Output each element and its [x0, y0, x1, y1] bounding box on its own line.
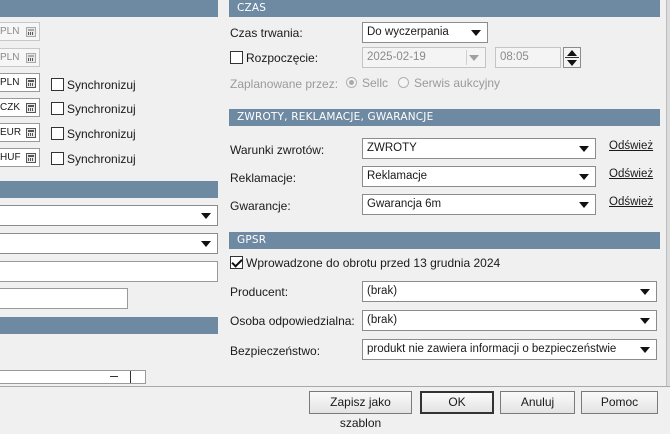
start-date-value: 2025-02-19	[367, 51, 426, 63]
date-picker-divider	[466, 50, 467, 65]
calculator-icon[interactable]	[26, 103, 36, 113]
left-section-header-bottom	[0, 317, 218, 334]
warunki-zwrotow-label: Warunki zwrotów:	[230, 143, 325, 157]
sync-checkbox-pln[interactable]	[51, 78, 64, 91]
czas-section-header: CZAS	[229, 0, 660, 17]
gwarancje-value: Gwarancja 6m	[367, 198, 442, 210]
start-date-picker[interactable]: 2025-02-19	[362, 47, 486, 68]
currency-code: PLN	[0, 52, 20, 63]
chevron-down-icon	[579, 146, 589, 152]
calculator-icon[interactable]	[26, 128, 36, 138]
help-button[interactable]: Pomoc	[581, 391, 658, 414]
bezpieczenstwo-value: produkt nie zawiera informacji o bezpiec…	[367, 343, 617, 355]
currency-code: PLN	[0, 77, 20, 88]
calculator-icon[interactable]	[26, 53, 36, 63]
reklamacje-label: Reklamacje:	[230, 171, 297, 185]
scrollbar-edge	[666, 0, 670, 386]
time-spinner[interactable]	[563, 47, 581, 68]
radio-sellc[interactable]	[346, 77, 357, 88]
gpsr-checkbox-label: Wprowadzone do obrotu przed 13 grudnia 2…	[246, 256, 501, 270]
chevron-down-icon	[471, 30, 481, 36]
gwarancje-label: Gwarancje:	[230, 199, 291, 213]
currency-field-5[interactable]: EUR	[0, 123, 40, 142]
currency-field-4[interactable]: CZK	[0, 98, 40, 117]
currency-code: EUR	[0, 127, 22, 138]
producent-select[interactable]: (brak)	[362, 281, 657, 302]
currency-field-6[interactable]: HUF	[0, 148, 40, 167]
sync-label: Synchronizuj	[67, 127, 136, 141]
currency-field-3[interactable]: PLN	[0, 73, 40, 92]
spin-divider	[565, 57, 579, 58]
chevron-down-icon	[640, 289, 650, 295]
radio-sellc-label: Sellc	[362, 76, 389, 90]
chevron-down-icon	[579, 174, 589, 180]
chevron-down-icon	[201, 213, 211, 219]
save-template-button[interactable]: Zapisz jako szablon	[309, 391, 412, 430]
refresh-link-zwroty[interactable]: Odśwież	[609, 140, 653, 152]
osoba-odpowiedzialna-select[interactable]: (brak)	[362, 310, 657, 331]
left-text-input-1[interactable]	[0, 261, 218, 282]
osoba-odpowiedzialna-label: Osoba odpowiedzialna:	[230, 314, 355, 328]
radio-serwis-aukcyjny[interactable]	[398, 77, 409, 88]
osoba-odpowiedzialna-value: (brak)	[367, 314, 398, 326]
reklamacje-select[interactable]: Reklamacje	[362, 166, 596, 187]
left-dropdown-2[interactable]	[0, 233, 218, 254]
sync-checkbox-czk[interactable]	[51, 102, 64, 115]
sync-label: Synchronizuj	[67, 78, 136, 92]
warunki-zwrotow-value: ZWROTY	[367, 142, 417, 154]
gpsr-section-header: GPSR	[229, 232, 660, 249]
ok-button[interactable]: OK	[420, 391, 494, 414]
czas-trwania-label: Czas trwania:	[230, 26, 303, 40]
left-section-header-top	[0, 0, 218, 17]
currency-field-1[interactable]: PLN	[0, 22, 40, 41]
currency-field-2[interactable]: PLN	[0, 48, 40, 67]
warunki-zwrotow-select[interactable]: ZWROTY	[362, 138, 596, 159]
producent-label: Producent:	[230, 285, 289, 299]
rozpoczecie-label: Rozpoczęcie:	[246, 51, 319, 65]
rozpoczecie-checkbox[interactable]	[230, 51, 243, 64]
gpsr-checkbox[interactable]	[230, 256, 243, 269]
bezpieczenstwo-select[interactable]: produkt nie zawiera informacji o bezpiec…	[362, 339, 657, 360]
calculator-icon[interactable]	[26, 153, 36, 163]
cancel-button[interactable]: Anuluj	[500, 391, 575, 414]
czas-trwania-value: Do wyczerpania	[367, 26, 449, 38]
sync-checkbox-eur[interactable]	[51, 127, 64, 140]
refresh-link-reklamacje[interactable]: Odśwież	[609, 168, 653, 180]
separator	[130, 371, 131, 383]
producent-value: (brak)	[367, 285, 398, 297]
left-list-area[interactable]	[0, 370, 146, 384]
chevron-down-icon	[640, 347, 650, 353]
start-time-value: 08:05	[500, 51, 529, 63]
start-time-field[interactable]: 08:05	[495, 47, 561, 68]
bezpieczenstwo-label: Bezpieczeństwo:	[230, 344, 321, 358]
zaplanowane-label: Zaplanowane przez:	[230, 77, 339, 91]
currency-code: HUF	[0, 152, 21, 163]
minimize-icon[interactable]	[110, 376, 118, 377]
left-text-input-2[interactable]	[0, 288, 128, 309]
czas-trwania-select[interactable]: Do wyczerpania	[362, 22, 488, 43]
radio-serwis-label: Serwis aukcyjny	[414, 76, 501, 90]
calculator-icon[interactable]	[26, 78, 36, 88]
calculator-icon[interactable]	[26, 27, 36, 37]
left-section-header-middle	[0, 181, 218, 198]
chevron-down-icon	[469, 55, 479, 61]
chevron-down-icon	[640, 318, 650, 324]
reklamacje-value: Reklamacje	[367, 170, 428, 182]
spin-up-icon[interactable]	[567, 50, 577, 56]
zwroty-section-header: ZWROTY, REKLAMACJE, GWARANCJE	[229, 109, 660, 126]
chevron-down-icon	[579, 202, 589, 208]
currency-code: CZK	[0, 102, 20, 113]
spin-down-icon[interactable]	[567, 60, 577, 66]
left-dropdown-1[interactable]	[0, 205, 218, 226]
sync-label: Synchronizuj	[67, 152, 136, 166]
left-panel: PLN PLN PLN Synchronizuj CZK Synchronizu…	[0, 0, 222, 425]
sync-label: Synchronizuj	[67, 102, 136, 116]
gwarancje-select[interactable]: Gwarancja 6m	[362, 194, 596, 215]
chevron-down-icon	[201, 241, 211, 247]
currency-code: PLN	[0, 26, 20, 37]
refresh-link-gwarancje[interactable]: Odśwież	[609, 196, 653, 208]
sync-checkbox-huf[interactable]	[51, 152, 64, 165]
